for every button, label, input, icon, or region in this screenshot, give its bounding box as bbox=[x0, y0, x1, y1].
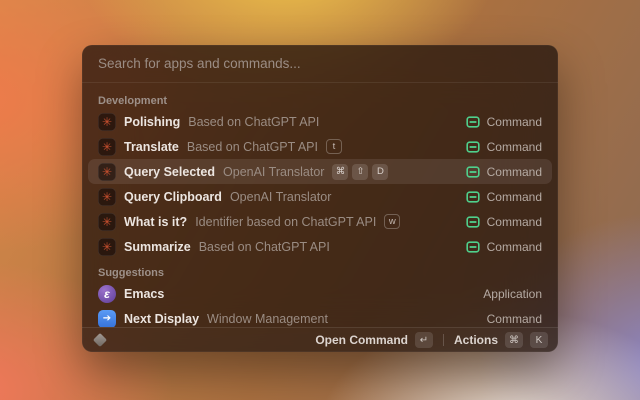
item-meta: Command bbox=[466, 140, 542, 154]
item-subtitle: Window Management bbox=[207, 311, 328, 326]
command-type-icon bbox=[466, 215, 480, 228]
shortcut-key: ⇧ bbox=[352, 163, 369, 180]
item-subtitle: Based on ChatGPT API bbox=[186, 139, 318, 154]
shortcut-key: D bbox=[372, 163, 389, 180]
command-type-icon bbox=[466, 115, 480, 128]
item-meta: Command bbox=[466, 165, 542, 179]
item-meta: Command bbox=[466, 190, 542, 204]
item-title: Polishing bbox=[124, 114, 181, 129]
item-type: Command bbox=[486, 189, 542, 204]
item-subtitle: Based on ChatGPT API bbox=[188, 114, 320, 129]
list-item[interactable]: ✳ Query Clipboard OpenAI Translator Comm… bbox=[88, 184, 552, 209]
item-meta: Command bbox=[466, 240, 542, 254]
search-bar bbox=[82, 45, 558, 83]
item-subtitle: Identifier based on ChatGPT API bbox=[195, 214, 377, 229]
list-item[interactable]: ✳ Polishing Based on ChatGPT API Command bbox=[88, 109, 552, 134]
open-command-button[interactable]: Open Command bbox=[315, 333, 408, 347]
raycast-logo-icon bbox=[92, 332, 108, 348]
openai-translator-icon: ✳ bbox=[98, 187, 116, 206]
item-title: Emacs bbox=[124, 286, 165, 301]
openai-translator-icon: ✳ bbox=[98, 112, 116, 131]
item-type: Command bbox=[486, 139, 542, 154]
list-section: Development ✳ Polishing Based on ChatGPT… bbox=[88, 87, 552, 259]
emacs-icon: ε bbox=[98, 284, 116, 303]
item-title: Query Selected bbox=[124, 164, 216, 179]
shortcut-key: ⌘ bbox=[332, 163, 349, 180]
item-subtitle: OpenAI Translator bbox=[223, 164, 325, 179]
list-section: Suggestions ε Emacs Application ➔ Next D… bbox=[88, 259, 552, 327]
launcher-window: Development ✳ Polishing Based on ChatGPT… bbox=[82, 45, 558, 352]
list-item[interactable]: ✳ Translate Based on ChatGPT API t Comma… bbox=[88, 134, 552, 159]
command-type-icon bbox=[466, 240, 480, 253]
item-meta: Command bbox=[487, 312, 542, 326]
section-title: Suggestions bbox=[98, 267, 165, 279]
list-item[interactable]: ✳ Query Selected OpenAI Translator ⌘ ⇧ D C… bbox=[88, 159, 552, 184]
actions-button[interactable]: Actions bbox=[454, 333, 498, 347]
item-subtitle: OpenAI Translator bbox=[229, 189, 332, 204]
list-item[interactable]: ✳ Summarize Based on ChatGPT API Command bbox=[88, 234, 552, 259]
list-item[interactable]: ✳ What is it? Identifier based on ChatGP… bbox=[88, 209, 552, 234]
footer-actions: Open Command ↵ Actions ⌘ K bbox=[315, 332, 548, 348]
item-title: What is it? bbox=[124, 214, 188, 229]
section-items: ε Emacs Application ➔ Next Display Windo… bbox=[88, 281, 552, 327]
results-list[interactable]: Development ✳ Polishing Based on ChatGPT… bbox=[82, 83, 558, 327]
command-key-icon: ⌘ bbox=[505, 332, 523, 348]
item-type: Command bbox=[486, 311, 542, 326]
item-type: Command bbox=[486, 164, 542, 179]
item-type: Application bbox=[483, 286, 542, 301]
item-title: Query Clipboard bbox=[124, 189, 222, 204]
openai-translator-icon: ✳ bbox=[98, 237, 116, 256]
footer-divider bbox=[442, 334, 444, 346]
command-type-icon bbox=[466, 140, 480, 153]
openai-translator-icon: ✳ bbox=[98, 162, 116, 181]
shortcut-keys: ⌘ ⇧ D bbox=[332, 163, 389, 180]
alias-badge: w bbox=[384, 214, 401, 229]
item-title: Next Display bbox=[124, 311, 200, 326]
openai-translator-icon: ✳ bbox=[98, 212, 116, 231]
item-title: Translate bbox=[124, 139, 179, 154]
item-subtitle: Based on ChatGPT API bbox=[198, 239, 330, 254]
command-type-icon bbox=[466, 165, 480, 178]
item-type: Command bbox=[486, 239, 542, 254]
item-type: Command bbox=[486, 214, 542, 229]
list-item[interactable]: ➔ Next Display Window Management Command bbox=[88, 306, 552, 327]
enter-key-icon: ↵ bbox=[414, 332, 433, 348]
section-items: ✳ Polishing Based on ChatGPT API Command… bbox=[88, 109, 552, 259]
item-meta: Application bbox=[483, 287, 542, 301]
item-type: Command bbox=[486, 114, 542, 129]
alias-badge: t bbox=[326, 139, 342, 154]
search-input[interactable] bbox=[98, 56, 542, 71]
section-title: Development bbox=[98, 95, 168, 107]
footer-bar: Open Command ↵ Actions ⌘ K bbox=[82, 327, 558, 352]
openai-translator-icon: ✳ bbox=[98, 137, 116, 156]
command-type-icon bbox=[466, 190, 480, 203]
item-title: Summarize bbox=[124, 239, 191, 254]
item-meta: Command bbox=[466, 215, 542, 229]
item-meta: Command bbox=[466, 115, 542, 129]
k-key-icon: K bbox=[530, 332, 548, 348]
list-item[interactable]: ε Emacs Application bbox=[88, 281, 552, 306]
next-display-icon: ➔ bbox=[98, 309, 116, 327]
